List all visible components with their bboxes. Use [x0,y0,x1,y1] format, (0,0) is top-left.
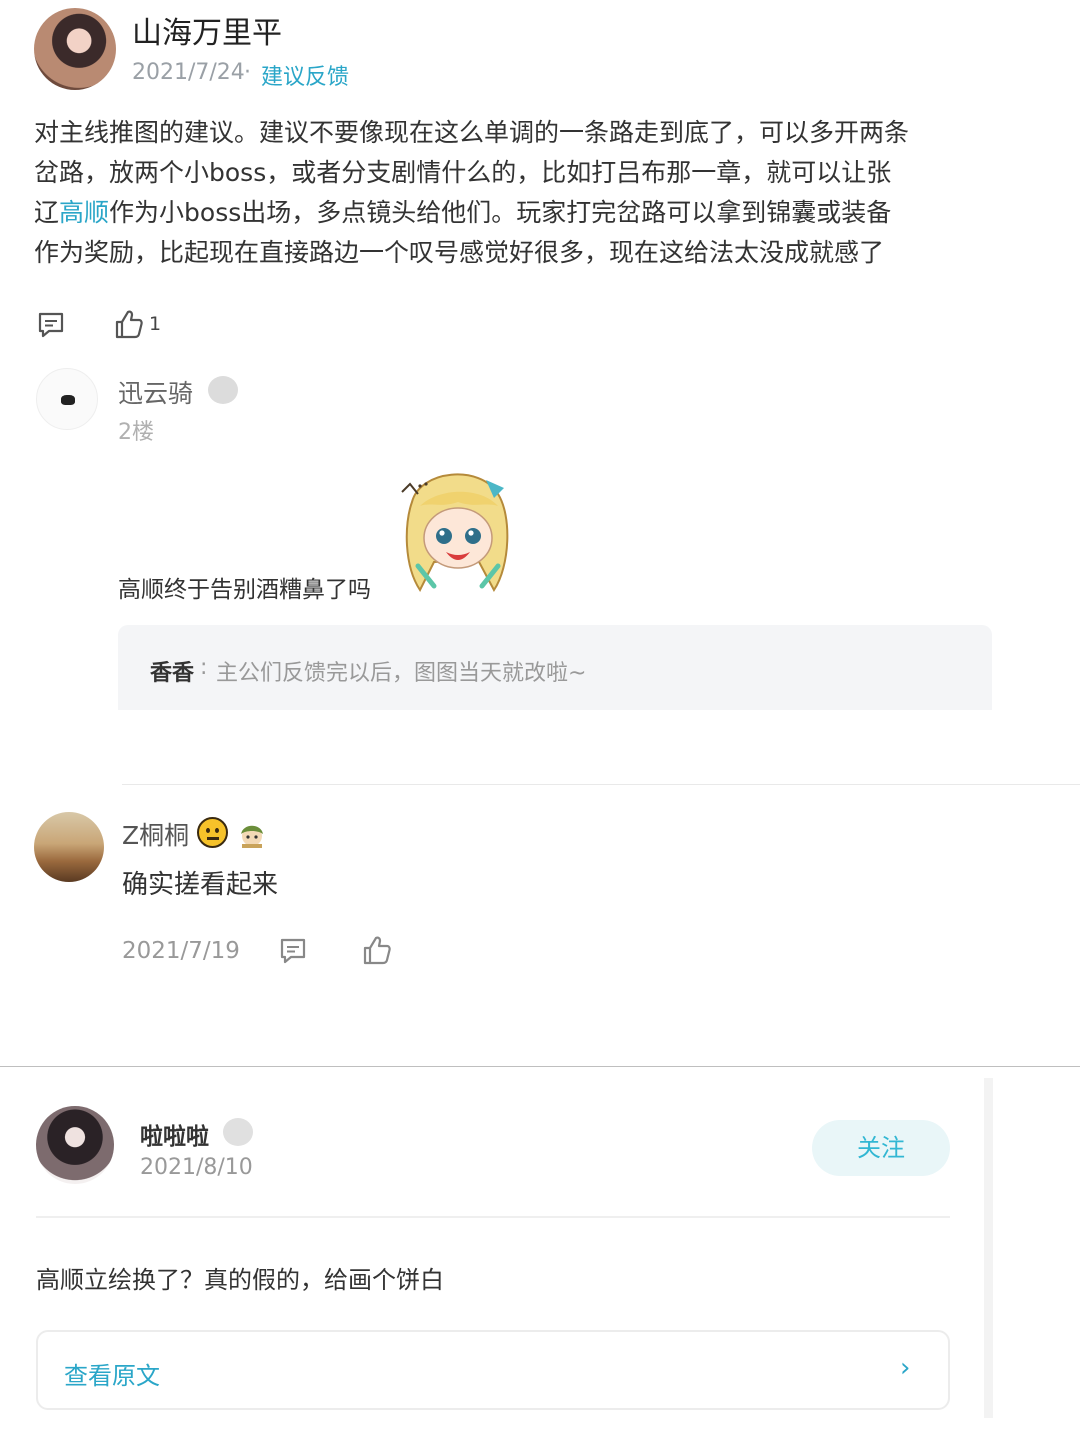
post-body-line: 对主线推图的建议。建议不要像现在这么单调的一条路走到底了，可以多开两条 [34,118,910,147]
comment-icon[interactable] [36,310,66,340]
reply-author[interactable]: 香香 [150,655,194,687]
main-post: 山海万里平 2021/7/24 · 建议反馈 对主线推图的建议。建议不要像现在这… [0,0,1080,350]
post-body-line: 作为奖励，比起现在直接路边一个叹号感觉好很多，现在这给法太没成就感了 [34,238,885,267]
like-count: 1 [149,313,162,335]
comment-date: 2021/8/10 [140,1155,253,1180]
commenter-avatar[interactable] [36,368,98,430]
commenter-avatar[interactable] [36,1106,114,1184]
commenter-name[interactable]: 迅云骑 [118,374,193,410]
comment-text: 高顺终于告别酒糟鼻了吗 [118,577,371,603]
post-date: 2021/7/24 [132,60,245,85]
card-edge [984,1078,993,1418]
view-original-button[interactable]: 查看原文 › [36,1330,950,1410]
commenter-avatar[interactable] [34,812,104,882]
comment-icon[interactable] [278,936,308,966]
thumbs-up-icon[interactable] [114,308,144,340]
post-author-name[interactable]: 山海万里平 [132,8,282,52]
post-body-line-rest: 作为小boss出场，多点镜头给他们。玩家打完岔路可以拿到锦囊或装备 [109,198,892,227]
avatar-mark [61,395,75,405]
follow-button[interactable]: 关注 [812,1120,950,1176]
post-body-line: 辽高顺作为小boss出场，多点镜头给他们。玩家打完岔路可以拿到锦囊或装备 [34,193,1024,233]
reply-box[interactable]: 香香 : 主公们反馈完以后，图图当天就改啦~ [118,625,992,710]
chevron-right-icon: › [900,1353,911,1383]
comment-text: 高顺立绘换了？真的假的，给画个饼白 [36,1266,444,1294]
section-divider [0,1066,1080,1067]
divider [36,1216,950,1218]
divider [122,784,1080,785]
anime-girl-sticker [401,473,509,592]
post-body: 对主线推图的建议。建议不要像现在这么单调的一条路走到底了，可以多开两条 岔路，放… [34,113,1024,273]
comment-text: 确实搓看起来 [122,870,279,900]
commenter-name[interactable]: 啦啦啦 [140,1117,209,1151]
post-meta-separator: · [244,60,251,85]
commenter-name[interactable]: Z桐桐 [122,816,189,852]
view-original-label: 查看原文 [64,1362,160,1390]
floor-number: 2楼 [118,420,154,445]
character-emoji-icon [241,825,263,848]
verified-badge-icon [223,1118,253,1146]
post-body-highlight-link[interactable]: 高顺 [59,198,109,227]
post-body-line: 岔路，放两个小boss，或者分支剧情什么的，比如打吕布那一章，就可以让张 [34,158,892,187]
neutral-face-emoji-icon [197,817,228,848]
reply-text: 主公们反馈完以后，图图当天就改啦~ [216,661,587,686]
reply-separator: : [200,655,208,680]
post-body-line-prefix: 辽 [34,198,60,227]
post-author-avatar[interactable] [34,8,116,90]
verified-badge-icon [208,376,238,404]
thumbs-up-icon[interactable] [362,934,392,966]
post-category-tag[interactable]: 建议反馈 [261,59,349,91]
comment-date: 2021/7/19 [122,938,240,964]
